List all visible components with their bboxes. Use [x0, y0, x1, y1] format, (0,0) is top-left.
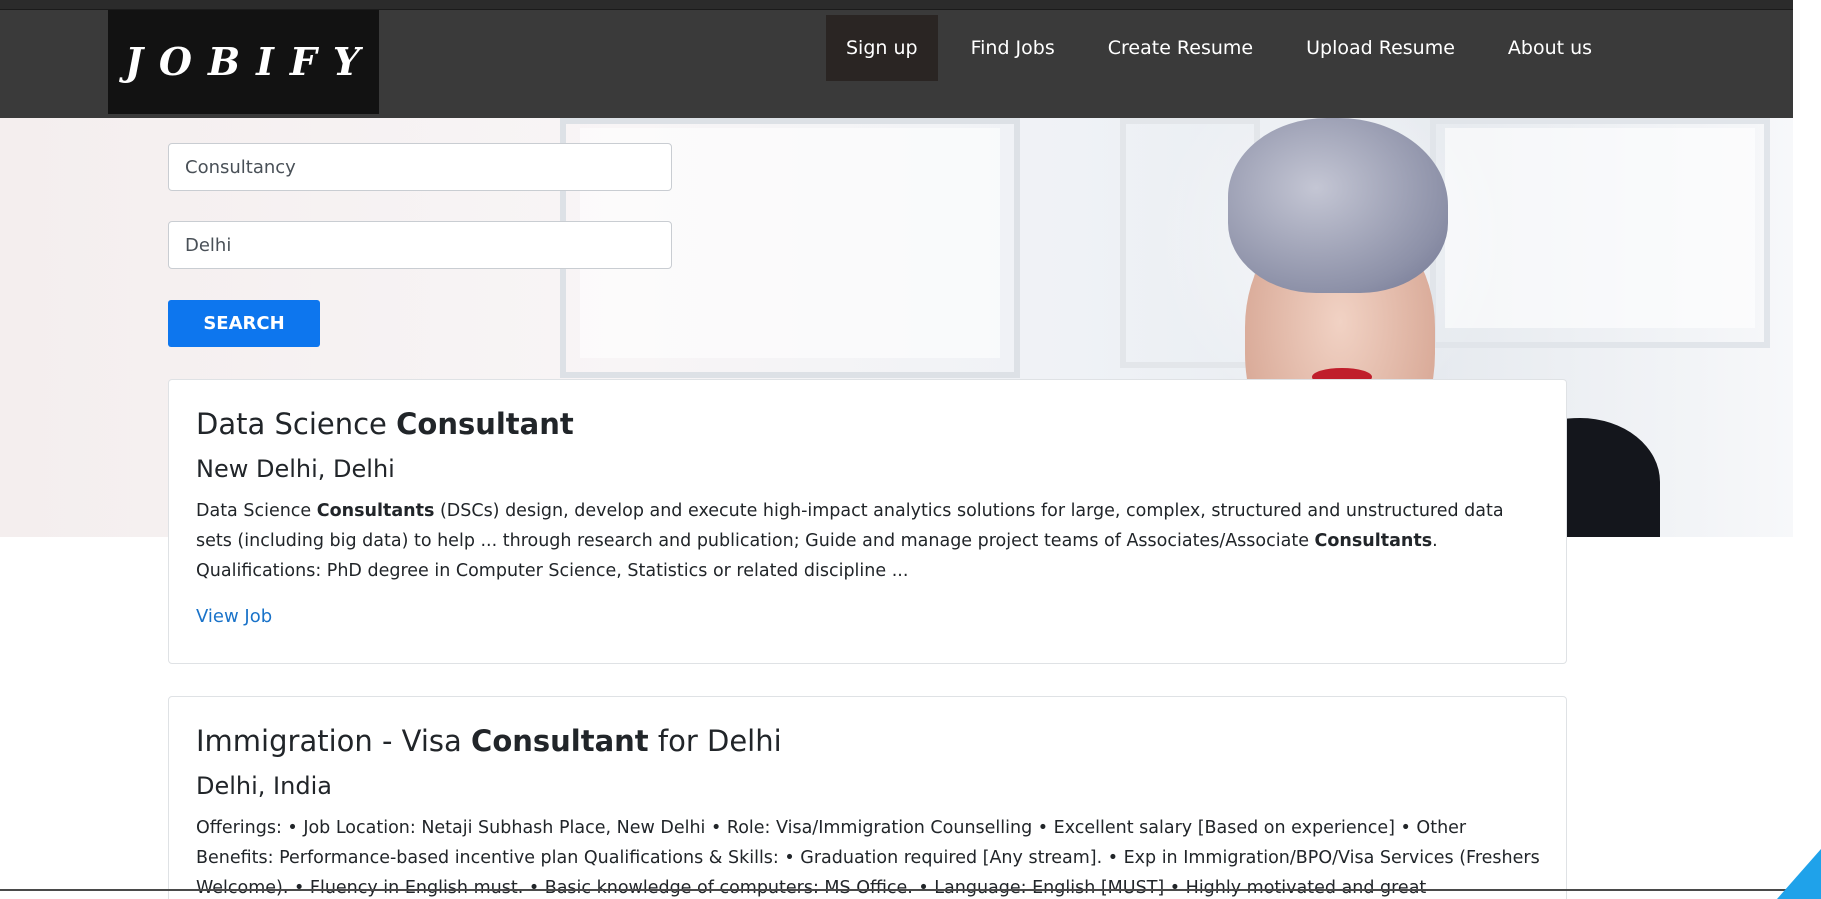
nav-create-resume[interactable]: Create Resume [1088, 15, 1273, 81]
nav-sign-up[interactable]: Sign up [826, 15, 938, 81]
job-description-highlight: Consultants [1314, 531, 1433, 551]
job-title[interactable]: Data Science Consultant [196, 406, 1540, 442]
job-title-suffix: for Delhi [648, 724, 782, 758]
nav-links: Sign up Find Jobs Create Resume Upload R… [826, 15, 1625, 81]
window-bottom-edge [0, 889, 1793, 891]
job-card: Data Science Consultant New Delhi, Delhi… [168, 379, 1567, 664]
job-title-text: Immigration - Visa [196, 724, 472, 758]
nav-find-jobs[interactable]: Find Jobs [951, 15, 1075, 81]
job-description: Offerings: • Job Location: Netaji Subhas… [196, 818, 1540, 898]
nav-upload-resume[interactable]: Upload Resume [1286, 15, 1475, 81]
top-navbar: JOBIFY Sign up Find Jobs Create Resume U… [0, 10, 1793, 118]
brand-logo-text: JOBIFY [124, 39, 377, 84]
corner-accent [1777, 849, 1821, 899]
search-button[interactable]: SEARCH [168, 300, 320, 347]
view-job-link[interactable]: View Job [196, 606, 272, 628]
job-title-highlight: Consultant [396, 407, 574, 441]
job-title-text: Data Science [196, 407, 397, 441]
job-location: New Delhi, Delhi [196, 455, 395, 483]
hero-window-pane-3 [1445, 128, 1755, 328]
job-title[interactable]: Immigration - Visa Consultant for Delhi [196, 723, 1540, 759]
brand-logo[interactable]: JOBIFY [108, 10, 379, 114]
job-card: Immigration - Visa Consultant for Delhi … [168, 696, 1567, 899]
hero-person-hair [1228, 118, 1448, 293]
location-search-input[interactable] [168, 221, 672, 269]
job-title-highlight: Consultant [471, 724, 649, 758]
window-right-margin [1793, 0, 1821, 899]
job-description-text: Data Science [196, 501, 317, 521]
job-location: Delhi, India [196, 772, 332, 800]
nav-about-us[interactable]: About us [1488, 15, 1612, 81]
job-description-highlight: Consultants [316, 501, 435, 521]
window-top-edge [0, 0, 1793, 10]
job-description: Data Science Consultants (DSCs) design, … [196, 496, 1541, 586]
keyword-search-input[interactable] [168, 143, 672, 191]
